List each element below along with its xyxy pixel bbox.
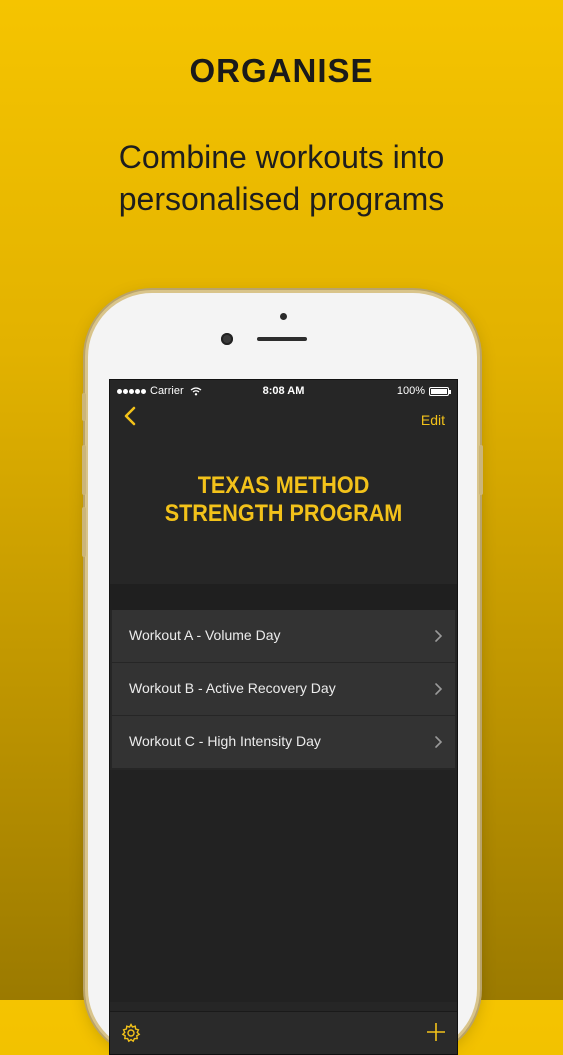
earpiece-speaker [257,337,307,341]
plus-icon [427,1023,445,1041]
program-title-line2: STRENGTH PROGRAM [164,500,403,527]
chevron-right-icon [435,736,443,748]
chevron-left-icon [124,406,136,426]
workout-label: Workout A - Volume Day [129,627,281,643]
phone-volume-down [82,507,86,557]
settings-button[interactable] [120,1022,142,1044]
status-right: 100% [396,385,451,397]
program-header: TEXAS METHOD STRENGTH PROGRAM [110,442,457,584]
edit-button[interactable]: Edit [421,412,445,428]
battery-percent: 100% [396,385,425,397]
workout-list: Workout A - Volume Day Workout B - Activ… [112,610,455,769]
promo-headline: ORGANISE [189,52,374,89]
gear-icon [121,1023,141,1043]
promo-subtitle: Combine workouts into personalised progr… [0,136,563,220]
workout-label: Workout B - Active Recovery Day [129,680,336,696]
app-screen: Carrier 8:08 AM 100% Edit TEXAS METHOD S… [109,379,458,1055]
workout-label: Workout C - High Intensity Day [129,733,321,749]
navigation-bar: Edit [110,402,457,442]
phone-frame: Carrier 8:08 AM 100% Edit TEXAS METHOD S… [82,293,483,1055]
status-bar: Carrier 8:08 AM 100% [110,380,457,402]
phone-power-button [479,445,483,495]
phone-volume-up [82,445,86,495]
section-spacer [110,584,457,610]
promo-subtitle-line1: Combine workouts into [118,139,445,175]
workout-row[interactable]: Workout A - Volume Day [112,610,455,663]
chevron-right-icon [435,683,443,695]
program-title: TEXAS METHOD STRENGTH PROGRAM [127,472,439,528]
add-button[interactable] [425,1021,447,1043]
chevron-right-icon [435,630,443,642]
empty-list-area [110,770,457,1002]
program-title-line1: TEXAS METHOD [197,472,370,499]
bottom-toolbar [110,1011,457,1054]
phone-mute-switch [82,393,86,421]
workout-row[interactable]: Workout B - Active Recovery Day [112,663,455,716]
front-camera [221,333,233,345]
promo-subtitle-line2: personalised programs [118,181,445,217]
battery-icon [429,386,451,396]
back-button[interactable] [120,404,144,430]
workout-row[interactable]: Workout C - High Intensity Day [112,716,455,769]
proximity-sensor [280,313,287,320]
